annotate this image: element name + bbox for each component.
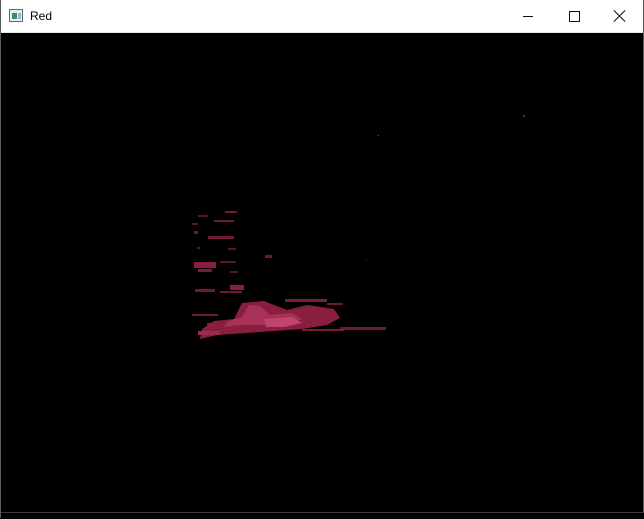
minimize-button[interactable]	[505, 0, 551, 32]
close-icon	[614, 10, 626, 22]
maximize-icon	[568, 10, 580, 22]
app-icon	[9, 9, 23, 22]
image-canvas	[2, 33, 643, 512]
title-bar[interactable]: Red	[1, 0, 643, 33]
image-window: Red	[0, 0, 644, 519]
close-button[interactable]	[597, 0, 643, 32]
maximize-button[interactable]	[551, 0, 597, 32]
red-channel-image	[2, 33, 643, 512]
minimize-icon	[523, 15, 533, 17]
window-title: Red	[30, 9, 53, 23]
